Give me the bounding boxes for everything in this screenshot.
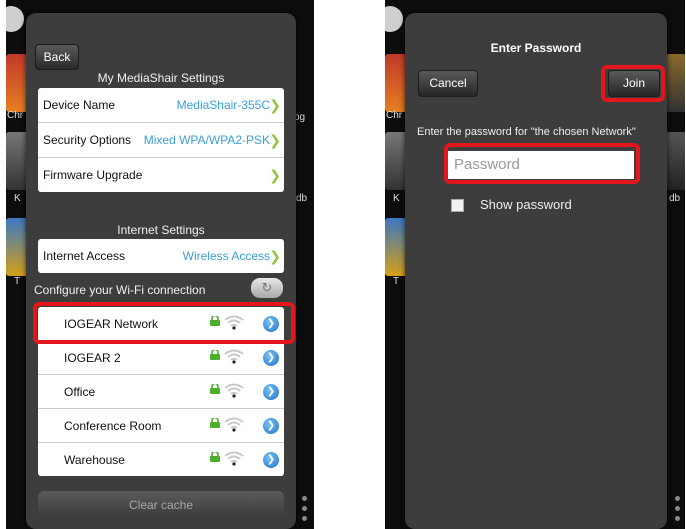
bg-thumbnail — [6, 132, 28, 190]
bg-label: T — [14, 276, 21, 287]
bg-label: K — [14, 193, 21, 204]
bg-label: db — [669, 193, 681, 204]
back-button[interactable]: Back — [35, 44, 79, 70]
wifi-icon — [224, 451, 244, 466]
lock-icon — [210, 384, 220, 394]
refresh-icon[interactable]: ↻ — [251, 278, 283, 298]
bg-thumbnail — [666, 132, 685, 190]
internet-settings-title: Internet Settings — [117, 223, 205, 237]
row-label: Internet Access — [43, 249, 126, 263]
network-row[interactable]: IOGEAR 2 ❯ — [38, 341, 284, 375]
row-label: Device Name — [43, 98, 116, 112]
left-phone-screen: Chr K T og db Back My MediaShair Setting… — [6, 0, 314, 529]
settings-list: Device Name MediaShair-355C ❯ Security O… — [38, 88, 284, 192]
bg-dot — [675, 496, 680, 501]
bg-thumbnail — [385, 218, 407, 276]
bg-dot — [675, 516, 680, 521]
arrow-icon[interactable]: ❯ — [263, 418, 279, 434]
bg-dot — [675, 506, 680, 511]
bg-circle — [385, 6, 403, 32]
network-row[interactable]: Office ❯ — [38, 375, 284, 409]
clear-cache-button[interactable]: Clear cache — [38, 491, 284, 519]
show-password-label: Show password — [480, 197, 572, 212]
chevron-right-icon: ❯ — [269, 132, 281, 148]
chevron-right-icon: ❯ — [269, 248, 281, 264]
bg-label: T — [393, 276, 400, 287]
bg-circle — [6, 6, 24, 32]
bg-label: db — [296, 193, 308, 204]
bg-label: Chr — [386, 110, 403, 121]
cancel-button[interactable]: Cancel — [418, 70, 478, 97]
row-value: MediaShair-355C — [176, 98, 270, 112]
network-name: Warehouse — [64, 453, 125, 467]
lock-icon — [210, 418, 220, 428]
network-row[interactable]: Warehouse ❯ — [38, 443, 284, 476]
dialog-title: Enter Password — [490, 41, 582, 55]
password-dialog: Enter Password Cancel Join — [405, 13, 667, 529]
password-highlight — [444, 143, 640, 184]
bg-dot — [302, 516, 307, 521]
lock-icon — [210, 452, 220, 462]
bg-label: Chr — [7, 110, 24, 121]
bg-thumbnail — [6, 218, 28, 276]
network-name: Office — [64, 385, 96, 399]
bg-thumbnail — [666, 54, 685, 112]
bg-dot — [302, 496, 307, 501]
row-label: Firmware Upgrade — [43, 168, 143, 182]
bg-label: K — [393, 193, 400, 204]
wifi-config-heading: Configure your Wi-Fi connection — [34, 283, 206, 297]
security-options-row[interactable]: Security Options Mixed WPA/WPA2-PSK ❯ — [38, 123, 284, 158]
chevron-right-icon: ❯ — [269, 167, 281, 183]
wifi-icon — [224, 349, 244, 364]
wifi-icon — [224, 383, 244, 398]
device-name-row[interactable]: Device Name MediaShair-355C ❯ — [38, 88, 284, 123]
settings-title: My MediaShair Settings — [97, 71, 225, 85]
lock-icon — [210, 350, 220, 360]
wifi-icon — [224, 417, 244, 432]
password-hint: Enter the password for "the chosen Netwo… — [417, 126, 636, 138]
bg-thumbnail — [385, 54, 407, 112]
network-name: Conference Room — [64, 419, 162, 433]
bg-thumbnail — [6, 54, 28, 112]
internet-access-row[interactable]: Internet Access Wireless Access ❯ — [38, 239, 284, 273]
chevron-right-icon: ❯ — [269, 97, 281, 113]
show-password-checkbox[interactable] — [451, 199, 464, 212]
right-phone-screen: Chr K T db Enter Password Cancel Join En… — [385, 0, 685, 529]
internet-list: Internet Access Wireless Access ❯ — [38, 239, 284, 273]
firmware-upgrade-row[interactable]: Firmware Upgrade ❯ — [38, 158, 284, 192]
bg-thumbnail — [385, 132, 407, 190]
arrow-icon[interactable]: ❯ — [263, 350, 279, 366]
bg-dot — [302, 506, 307, 511]
network-row[interactable]: Conference Room ❯ — [38, 409, 284, 443]
row-label: Security Options — [43, 133, 132, 147]
join-highlight — [601, 65, 665, 102]
network-name: IOGEAR 2 — [64, 351, 121, 365]
selected-network-highlight — [33, 302, 295, 344]
row-value: Wireless Access — [182, 249, 270, 263]
row-value: Mixed WPA/WPA2-PSK — [143, 133, 270, 147]
arrow-icon[interactable]: ❯ — [263, 452, 279, 468]
arrow-icon[interactable]: ❯ — [263, 384, 279, 400]
